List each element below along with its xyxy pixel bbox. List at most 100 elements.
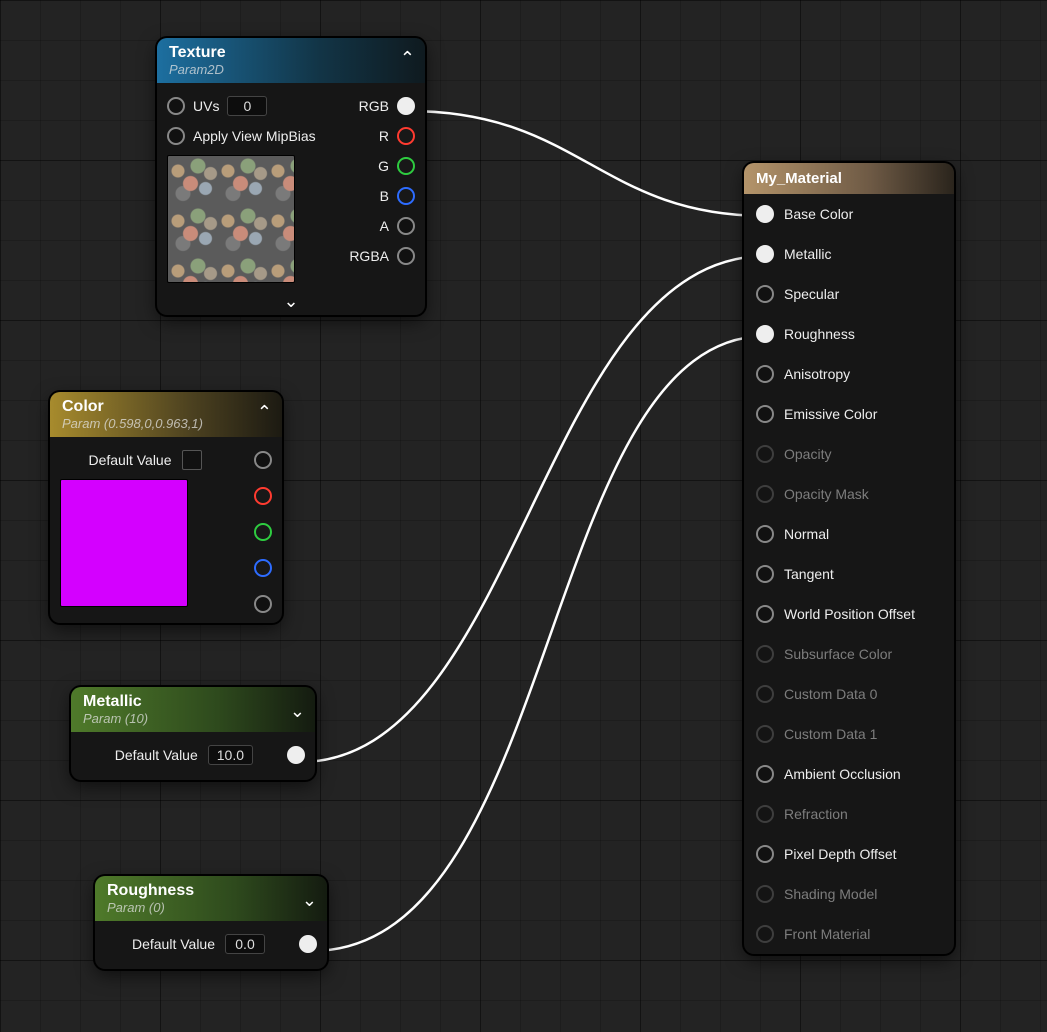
pin-label: Shading Model bbox=[784, 886, 877, 902]
pin-icon[interactable] bbox=[756, 485, 774, 503]
pin-label: Metallic bbox=[784, 246, 831, 262]
material-input-ambient-occlusion[interactable]: Ambient Occlusion bbox=[744, 754, 954, 794]
pin-label: Opacity bbox=[784, 446, 831, 462]
chevron-up-icon[interactable]: ⌃ bbox=[257, 402, 272, 423]
color-swatch[interactable] bbox=[182, 450, 202, 470]
node-subtitle: Param (10) bbox=[83, 711, 283, 726]
pin-icon[interactable] bbox=[756, 565, 774, 583]
node-header[interactable]: My_Material bbox=[744, 163, 954, 194]
material-input-anisotropy[interactable]: Anisotropy bbox=[744, 354, 954, 394]
pin-label: Front Material bbox=[784, 926, 870, 942]
output-a-pin[interactable] bbox=[254, 595, 272, 613]
node-metallic[interactable]: Metallic Param (10) ⌄ Default Value 10.0 bbox=[71, 687, 315, 780]
pin-icon[interactable] bbox=[756, 365, 774, 383]
pin-icon[interactable] bbox=[167, 127, 185, 145]
pin-icon[interactable] bbox=[756, 525, 774, 543]
node-header[interactable]: Texture Param2D ⌃ bbox=[157, 38, 425, 83]
pin-icon[interactable] bbox=[756, 605, 774, 623]
pin-label: Specular bbox=[784, 286, 839, 302]
node-material-output[interactable]: My_Material Base Color Metallic Specular Ro… bbox=[744, 163, 954, 954]
pin-icon[interactable] bbox=[397, 187, 415, 205]
texture-preview[interactable] bbox=[167, 155, 295, 283]
output-a[interactable]: A bbox=[327, 211, 415, 241]
output-rgb[interactable]: RGB bbox=[327, 91, 415, 121]
pin-label: Subsurface Color bbox=[784, 646, 892, 662]
node-subtitle: Param (0.598,0,0.963,1) bbox=[62, 416, 250, 431]
pin-icon[interactable] bbox=[756, 405, 774, 423]
material-input-specular[interactable]: Specular bbox=[744, 274, 954, 314]
pin-icon[interactable] bbox=[756, 925, 774, 943]
color-preview[interactable] bbox=[60, 479, 188, 607]
material-input-opacity-mask[interactable]: Opacity Mask bbox=[744, 474, 954, 514]
pin-icon[interactable] bbox=[397, 247, 415, 265]
material-input-base-color[interactable]: Base Color bbox=[744, 194, 954, 234]
material-input-refraction[interactable]: Refraction bbox=[744, 794, 954, 834]
pin-icon[interactable] bbox=[756, 845, 774, 863]
material-input-front-material[interactable]: Front Material bbox=[744, 914, 954, 954]
pin-icon[interactable] bbox=[756, 205, 774, 223]
material-input-tangent[interactable]: Tangent bbox=[744, 554, 954, 594]
pin-icon[interactable] bbox=[756, 725, 774, 743]
material-input-custom-data-1[interactable]: Custom Data 1 bbox=[744, 714, 954, 754]
output-rgba-pin[interactable] bbox=[254, 451, 272, 469]
pin-icon[interactable] bbox=[756, 445, 774, 463]
input-mipbias[interactable]: Apply View MipBias bbox=[167, 121, 319, 151]
node-subtitle: Param (0) bbox=[107, 900, 295, 915]
pin-icon[interactable] bbox=[397, 217, 415, 235]
material-input-world-position-offset[interactable]: World Position Offset bbox=[744, 594, 954, 634]
pin-icon[interactable] bbox=[756, 685, 774, 703]
node-roughness[interactable]: Roughness Param (0) ⌄ Default Value 0.0 bbox=[95, 876, 327, 969]
output-r-pin[interactable] bbox=[254, 487, 272, 505]
output-g[interactable]: G bbox=[327, 151, 415, 181]
pin-icon[interactable] bbox=[756, 805, 774, 823]
material-input-opacity[interactable]: Opacity bbox=[744, 434, 954, 474]
material-input-metallic[interactable]: Metallic bbox=[744, 234, 954, 274]
material-input-normal[interactable]: Normal bbox=[744, 514, 954, 554]
material-input-shading-model[interactable]: Shading Model bbox=[744, 874, 954, 914]
pin-label: Anisotropy bbox=[784, 366, 850, 382]
node-header[interactable]: Color Param (0.598,0,0.963,1) ⌃ bbox=[50, 392, 282, 437]
material-input-roughness[interactable]: Roughness bbox=[744, 314, 954, 354]
pin-icon[interactable] bbox=[756, 765, 774, 783]
pin-icon[interactable] bbox=[397, 97, 415, 115]
output-pin[interactable] bbox=[299, 935, 317, 953]
node-color[interactable]: Color Param (0.598,0,0.963,1) ⌃ Default … bbox=[50, 392, 282, 623]
pin-icon[interactable] bbox=[756, 645, 774, 663]
output-r[interactable]: R bbox=[327, 121, 415, 151]
chevron-down-icon[interactable]: ⌄ bbox=[157, 293, 425, 315]
pin-icon[interactable] bbox=[397, 157, 415, 175]
pin-icon[interactable] bbox=[756, 325, 774, 343]
output-b-pin[interactable] bbox=[254, 559, 272, 577]
output-rgba[interactable]: RGBA bbox=[327, 241, 415, 271]
input-uvs[interactable]: UVs 0 bbox=[167, 91, 319, 121]
output-pin[interactable] bbox=[287, 746, 305, 764]
default-value-input[interactable]: 0.0 bbox=[225, 934, 265, 954]
pin-icon[interactable] bbox=[756, 245, 774, 263]
chevron-down-icon[interactable]: ⌄ bbox=[302, 890, 317, 911]
output-g-pin[interactable] bbox=[254, 523, 272, 541]
default-value-label: Default Value bbox=[132, 936, 215, 952]
default-value-input[interactable]: 10.0 bbox=[208, 745, 253, 765]
pin-label: World Position Offset bbox=[784, 606, 915, 622]
pin-label: Apply View MipBias bbox=[193, 128, 316, 144]
material-input-subsurface-color[interactable]: Subsurface Color bbox=[744, 634, 954, 674]
pin-label: Normal bbox=[784, 526, 829, 542]
pin-label: Roughness bbox=[784, 326, 855, 342]
chevron-up-icon[interactable]: ⌃ bbox=[400, 48, 415, 69]
material-input-emissive-color[interactable]: Emissive Color bbox=[744, 394, 954, 434]
node-header[interactable]: Roughness Param (0) ⌄ bbox=[95, 876, 327, 921]
pin-label: R bbox=[379, 128, 389, 144]
pin-icon[interactable] bbox=[756, 885, 774, 903]
pin-icon[interactable] bbox=[397, 127, 415, 145]
node-header[interactable]: Metallic Param (10) ⌄ bbox=[71, 687, 315, 732]
node-title: My_Material bbox=[756, 170, 942, 187]
pin-label: Opacity Mask bbox=[784, 486, 869, 502]
pin-icon[interactable] bbox=[756, 285, 774, 303]
material-input-pixel-depth-offset[interactable]: Pixel Depth Offset bbox=[744, 834, 954, 874]
node-texture[interactable]: Texture Param2D ⌃ UVs 0 Apply View MipBi… bbox=[157, 38, 425, 315]
output-b[interactable]: B bbox=[327, 181, 415, 211]
uvs-value[interactable]: 0 bbox=[227, 96, 267, 116]
material-input-custom-data-0[interactable]: Custom Data 0 bbox=[744, 674, 954, 714]
pin-icon[interactable] bbox=[167, 97, 185, 115]
chevron-down-icon[interactable]: ⌄ bbox=[290, 701, 305, 722]
